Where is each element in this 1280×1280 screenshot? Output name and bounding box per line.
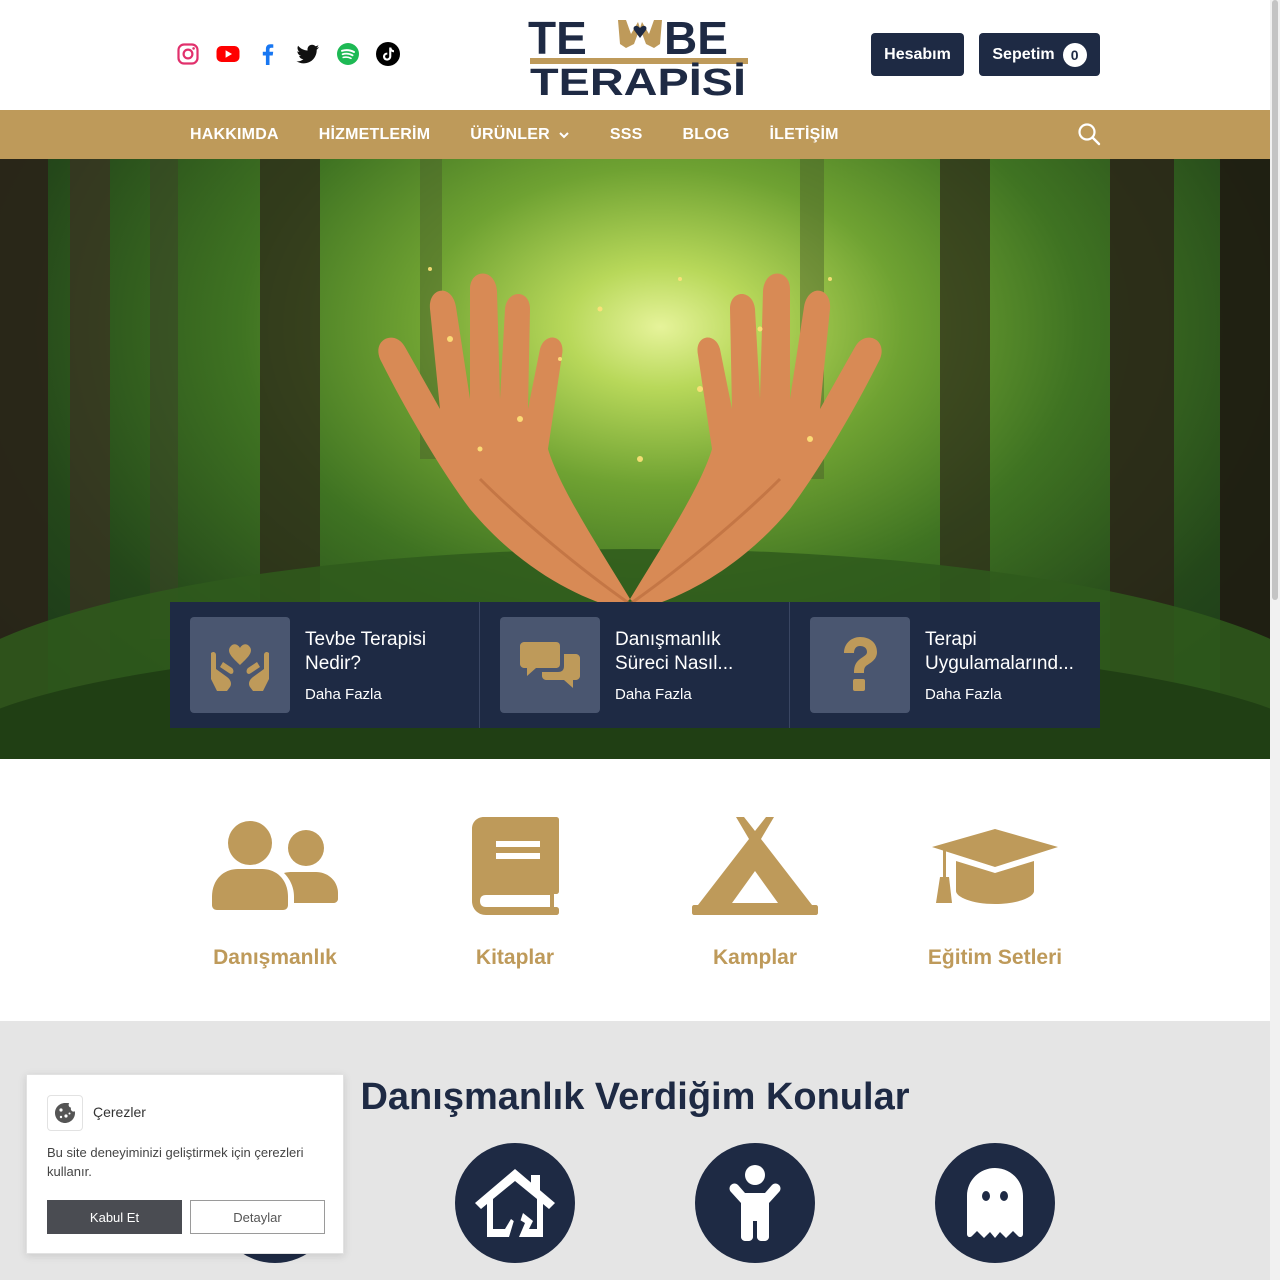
category-egitim-setleri[interactable]: Eğitim Setleri bbox=[875, 815, 1115, 969]
cookie-accept-button[interactable]: Kabul Et bbox=[47, 1200, 182, 1234]
main-nav: HAKKIMDA HİZMETLERİM ÜRÜNLER SSS BLOG İL… bbox=[0, 110, 1270, 159]
nav-item-sss[interactable]: SSS bbox=[610, 126, 643, 144]
nav-item-hizmetlerim[interactable]: HİZMETLERİM bbox=[319, 126, 431, 144]
card-icon-box bbox=[500, 617, 600, 713]
category-label: Kamplar bbox=[712, 946, 798, 969]
card-icon-box bbox=[810, 617, 910, 713]
card-title: Tevbe Terapisi Nedir? bbox=[305, 628, 465, 676]
cookie-details-button[interactable]: Detaylar bbox=[190, 1200, 325, 1234]
card-title-line: Tevbe Terapisi bbox=[305, 629, 427, 650]
category-label: Eğitim Setleri bbox=[927, 946, 1063, 969]
youtube-icon[interactable] bbox=[216, 42, 240, 66]
child-icon bbox=[729, 1165, 781, 1241]
tiktok-icon[interactable] bbox=[376, 42, 400, 66]
social-links bbox=[176, 42, 400, 66]
info-card-tevbe-terapisi[interactable]: Tevbe Terapisi Nedir? Daha Fazla bbox=[170, 602, 480, 728]
category-label: Kitaplar bbox=[475, 946, 555, 969]
category-danismanlik[interactable]: Danışmanlık bbox=[155, 815, 395, 969]
nav-item-label: ÜRÜNLER bbox=[470, 125, 550, 143]
card-more-link[interactable]: Daha Fazla bbox=[305, 686, 382, 703]
scrollbar-thumb[interactable] bbox=[1272, 0, 1278, 600]
cart-count-badge: 0 bbox=[1062, 42, 1087, 67]
card-more-link[interactable]: Daha Fazla bbox=[925, 686, 1002, 703]
card-title-line: Danışmanlık bbox=[615, 629, 721, 650]
nav-item-blog[interactable]: BLOG bbox=[682, 126, 729, 144]
users-icon bbox=[212, 821, 338, 910]
question-icon bbox=[844, 637, 877, 691]
logo-text-te: TE bbox=[528, 14, 587, 64]
topic-child[interactable] bbox=[695, 1143, 815, 1263]
card-icon-box bbox=[190, 617, 290, 713]
chat-bubbles-icon bbox=[520, 642, 580, 688]
logo-text-be: BE bbox=[664, 14, 728, 64]
twitter-icon[interactable] bbox=[296, 42, 320, 66]
nav-item-urunler[interactable]: ÜRÜNLER bbox=[470, 126, 570, 144]
cookie-icon bbox=[55, 1103, 75, 1123]
topic-ghost[interactable] bbox=[935, 1143, 1055, 1263]
cookie-icon-box bbox=[47, 1095, 83, 1131]
cookie-title: Çerezler bbox=[93, 1104, 146, 1120]
page-scrollbar[interactable] bbox=[1270, 0, 1280, 1280]
cart-button[interactable]: Sepetim 0 bbox=[979, 33, 1100, 76]
card-title-line: Süreci Nasıl... bbox=[615, 653, 734, 674]
category-kitaplar[interactable]: Kitaplar bbox=[395, 815, 635, 969]
topic-broken-home[interactable] bbox=[455, 1143, 575, 1263]
card-title-line: Terapi bbox=[925, 629, 977, 650]
category-kamplar[interactable]: Kamplar bbox=[635, 815, 875, 969]
card-title: Terapi Uygulamalarınd... bbox=[925, 628, 1085, 676]
search-icon[interactable] bbox=[1077, 122, 1101, 146]
card-title-line: Nedir? bbox=[305, 653, 361, 674]
facebook-icon[interactable] bbox=[256, 42, 280, 66]
book-icon bbox=[472, 817, 559, 915]
instagram-icon[interactable] bbox=[176, 42, 200, 66]
cookie-banner: Çerezler Bu site deneyiminizi geliştirme… bbox=[26, 1074, 344, 1254]
account-button[interactable]: Hesabım bbox=[871, 33, 964, 76]
broken-house-icon bbox=[475, 1169, 555, 1237]
chevron-down-icon bbox=[559, 131, 569, 138]
nav-item-hakkimda[interactable]: HAKKIMDA bbox=[190, 126, 279, 144]
logo-text-terapisi: TERAPİSİ bbox=[530, 62, 746, 98]
hero-info-cards: Tevbe Terapisi Nedir? Daha Fazla Danışma… bbox=[170, 602, 1100, 728]
cookie-text: Bu site deneyiminizi geliştirmek için çe… bbox=[47, 1145, 304, 1179]
hands-heart-icon bbox=[211, 644, 269, 691]
info-card-terapi-uygulamalari[interactable]: Terapi Uygulamalarınd... Daha Fazla bbox=[790, 602, 1100, 728]
tent-icon bbox=[692, 817, 818, 915]
ghost-icon bbox=[967, 1168, 1023, 1238]
spotify-icon[interactable] bbox=[336, 42, 360, 66]
site-header: TE BE TERAPİSİ Hesabım Sepetim 0 bbox=[0, 0, 1270, 110]
category-label: Danışmanlık bbox=[213, 946, 337, 969]
card-title-line: Uygulamalarınd... bbox=[925, 653, 1074, 674]
cart-label: Sepetim bbox=[992, 45, 1055, 63]
card-title: Danışmanlık Süreci Nasıl... bbox=[615, 628, 775, 676]
info-card-danismanlik-sureci[interactable]: Danışmanlık Süreci Nasıl... Daha Fazla bbox=[480, 602, 790, 728]
site-logo[interactable]: TE BE TERAPİSİ bbox=[528, 14, 750, 98]
card-more-link[interactable]: Daha Fazla bbox=[615, 686, 692, 703]
logo-hands-icon bbox=[618, 20, 662, 48]
nav-item-iletisim[interactable]: İLETİŞİM bbox=[770, 126, 839, 144]
graduation-cap-icon bbox=[932, 829, 1058, 904]
